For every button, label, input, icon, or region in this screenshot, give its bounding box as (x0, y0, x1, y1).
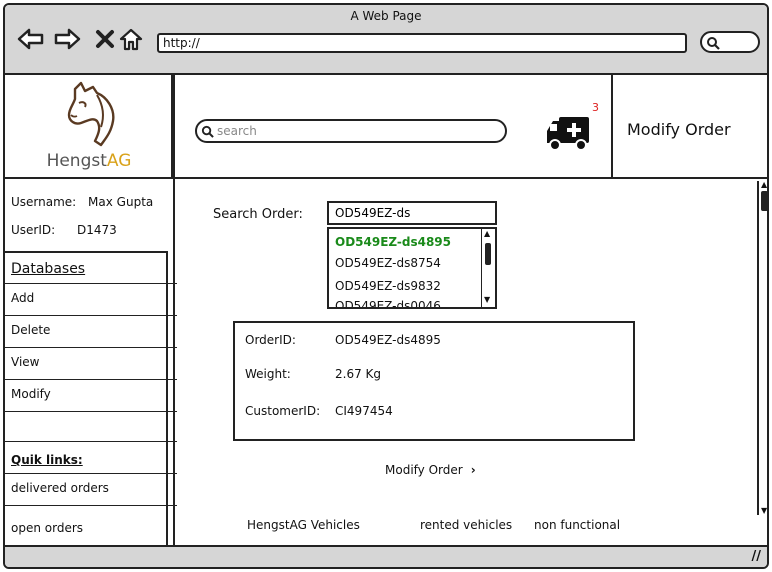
site-search-box[interactable] (195, 119, 507, 143)
home-icon[interactable] (117, 25, 145, 53)
page-scrollbar[interactable]: ▲ ▼ (757, 180, 767, 515)
main-content: Search Order: OD549EZ-ds4895 OD549EZ-ds8… (175, 181, 755, 547)
userid-row: UserID: D1473 (11, 223, 117, 237)
page-scroll-thumb[interactable] (761, 191, 767, 211)
username-row: Username: Max Gupta (11, 195, 153, 209)
suggestion-option[interactable]: OD549EZ-ds0046 (335, 299, 441, 307)
footer-link-non-functional[interactable]: non functional (534, 518, 620, 532)
page-title: Modify Order (627, 120, 731, 139)
suggestion-option[interactable]: OD549EZ-ds4895 (335, 235, 451, 249)
search-icon (706, 36, 720, 53)
logo[interactable]: HengstAG (5, 75, 173, 179)
order-suggestions-list: OD549EZ-ds4895 OD549EZ-ds8754 OD549EZ-ds… (327, 227, 497, 309)
stop-x-icon[interactable] (91, 25, 119, 53)
order-id-label: OrderID: (245, 333, 296, 347)
userid-value: D1473 (77, 223, 117, 237)
quick-link-open-orders[interactable]: open orders (5, 505, 177, 547)
scroll-up-icon[interactable]: ▲ (761, 180, 767, 189)
order-id-value: OD549EZ-ds4895 (335, 333, 441, 347)
databases-heading: Databases (11, 261, 86, 277)
horse-logo-icon (67, 81, 115, 147)
browser-chrome: A Web Page http:// (5, 5, 767, 75)
chevron-right-icon: › (470, 463, 476, 477)
scroll-down-icon[interactable]: ▼ (484, 295, 490, 304)
sidebar-item-add[interactable]: Add (5, 283, 177, 315)
url-bar[interactable]: http:// (157, 33, 687, 53)
order-details-panel: OrderID: OD549EZ-ds4895 Weight: 2.67 Kg … (233, 321, 635, 441)
footer-link-rented-vehicles[interactable]: rented vehicles (420, 518, 512, 532)
status-bar: // (5, 545, 767, 567)
back-arrow-icon[interactable] (17, 25, 45, 53)
quick-links-row: Quik links: (5, 441, 177, 473)
customer-id-label: CustomerID: (245, 404, 321, 418)
logo-text: HengstAG (46, 151, 132, 171)
sidebar-item-delete[interactable]: Delete (5, 315, 177, 347)
username-value: Max Gupta (88, 195, 154, 209)
quick-links-label: Quik links: (11, 453, 83, 467)
sidebar-item-modify[interactable]: Modify (5, 379, 177, 411)
userid-label: UserID: (11, 223, 56, 237)
ambulance-icon[interactable] (545, 113, 593, 153)
scroll-up-icon[interactable]: ▲ (484, 229, 490, 238)
quick-link-delivered-orders[interactable]: delivered orders (5, 473, 177, 505)
sidebar-empty-item (5, 411, 177, 443)
footer-link-hengstag-vehicles[interactable]: HengstAG Vehicles (247, 518, 360, 532)
search-icon (201, 125, 214, 141)
browser-search-field[interactable] (700, 31, 760, 53)
resize-grip-icon[interactable]: // (752, 549, 762, 564)
search-order-input[interactable] (327, 201, 497, 225)
header-divider (611, 75, 613, 179)
modify-order-label: Modify Order (385, 463, 463, 477)
dropdown-scrollbar[interactable]: ▲ ▼ (481, 229, 495, 307)
database-menu: Databases Add Delete View Modify Quik li… (5, 251, 177, 547)
customer-id-value: CI497454 (335, 404, 393, 418)
scroll-down-icon[interactable]: ▼ (761, 506, 767, 515)
weight-value: 2.67 Kg (335, 367, 382, 381)
window-title: A Web Page (350, 9, 422, 23)
dropdown-scroll-thumb[interactable] (485, 243, 491, 265)
suggestion-option[interactable]: OD549EZ-ds8754 (335, 256, 441, 270)
sidebar: Username: Max Gupta UserID: D1473 Databa… (5, 181, 177, 547)
browser-window: A Web Page http:// HengstAG search 3 Mod… (3, 3, 769, 569)
site-header: HengstAG 3 Modify Order (5, 75, 767, 179)
search-order-label: Search Order: (213, 207, 303, 222)
forward-arrow-icon[interactable] (53, 25, 81, 53)
notification-badge: 3 (592, 101, 599, 114)
username-label: Username: (11, 195, 77, 209)
suggestion-option[interactable]: OD549EZ-ds9832 (335, 279, 441, 293)
weight-label: Weight: (245, 367, 291, 381)
search-input[interactable] (217, 123, 497, 139)
modify-order-link[interactable]: Modify Order › (385, 463, 476, 477)
sidebar-item-view[interactable]: View (5, 347, 177, 379)
